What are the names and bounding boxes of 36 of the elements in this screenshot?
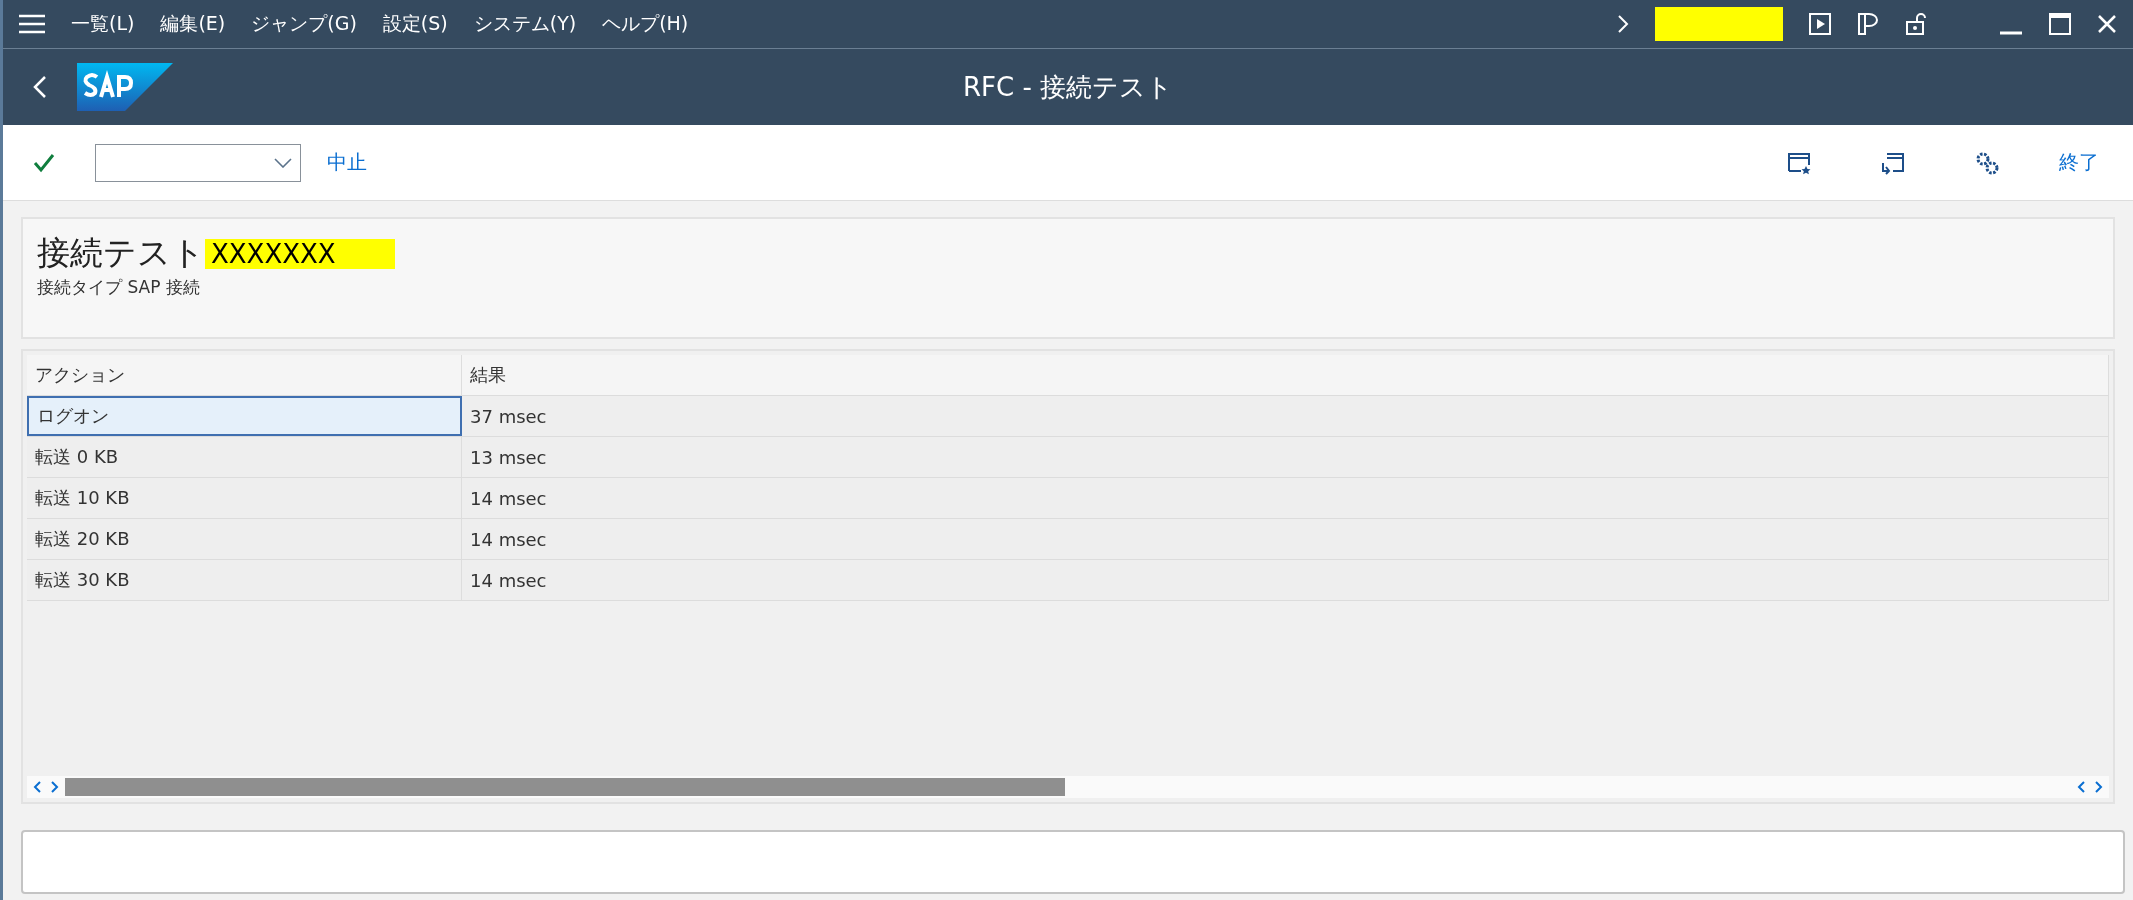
menu-icon[interactable] bbox=[19, 14, 45, 34]
menu-item[interactable]: ジャンプ(G) bbox=[251, 11, 357, 37]
scroll-left-icon[interactable] bbox=[33, 780, 43, 794]
window-star-icon[interactable] bbox=[1787, 150, 1811, 175]
column-header[interactable]: 結果 bbox=[462, 355, 2109, 395]
lock-icon[interactable] bbox=[1905, 12, 1927, 36]
menu-item[interactable]: 編集(E) bbox=[160, 11, 226, 37]
exit-button[interactable]: 終了 bbox=[2055, 145, 2103, 180]
menu-item[interactable]: 設定(S) bbox=[382, 11, 448, 37]
column-header[interactable]: アクション bbox=[27, 355, 462, 395]
scroll-right-icon[interactable] bbox=[2093, 780, 2103, 794]
caret-icon[interactable] bbox=[274, 157, 292, 168]
play-icon[interactable] bbox=[1809, 13, 1831, 35]
status-bar-field[interactable] bbox=[21, 830, 2125, 894]
scroll-right-icon[interactable] bbox=[49, 780, 59, 794]
menu-item[interactable]: ヘルプ(H) bbox=[602, 11, 689, 37]
connection-type-text: 接続タイプ SAP 接続 bbox=[37, 276, 201, 299]
horizontal-scrollbar[interactable] bbox=[27, 776, 2109, 798]
table-cell[interactable]: ログオン bbox=[27, 396, 462, 436]
window-refresh-icon[interactable] bbox=[1881, 150, 1905, 175]
chevron-right-icon[interactable] bbox=[1617, 14, 1629, 34]
logo-icon bbox=[77, 63, 173, 111]
close-icon[interactable] bbox=[2097, 14, 2117, 34]
command-field[interactable] bbox=[95, 143, 301, 182]
scrollbar-thumb[interactable] bbox=[65, 778, 1065, 796]
cancel-button[interactable]: 中止 bbox=[323, 145, 371, 180]
menu-item[interactable]: 一覧(L) bbox=[71, 11, 135, 37]
page-heading: 接続テスト bbox=[37, 232, 205, 274]
settings-icon[interactable] bbox=[1975, 150, 1999, 175]
checkmark-icon[interactable] bbox=[33, 152, 55, 173]
window-title: RFC - 接続テスト bbox=[962, 70, 1174, 104]
scroll-left-icon[interactable] bbox=[2077, 780, 2087, 794]
menu-item[interactable]: システム(Y) bbox=[473, 11, 577, 37]
redacted-name: XXXXXXX bbox=[205, 238, 395, 269]
back-icon[interactable] bbox=[33, 75, 47, 99]
maximize-icon[interactable] bbox=[2049, 13, 2071, 35]
